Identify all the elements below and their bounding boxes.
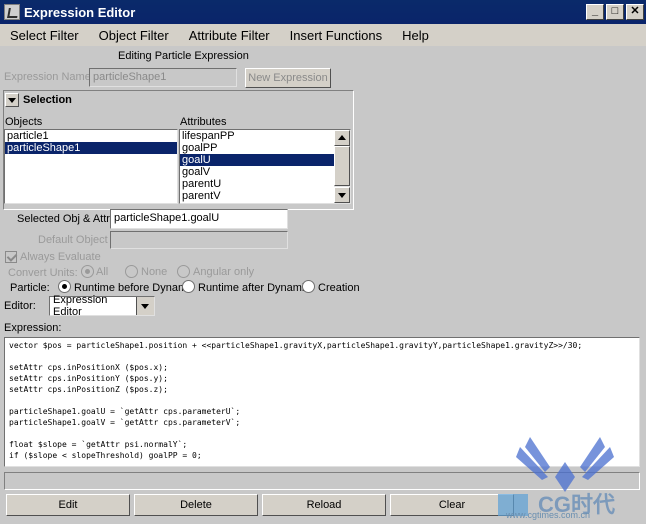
- convert-all-label: All: [96, 266, 109, 278]
- list-item[interactable]: parentV: [180, 190, 350, 202]
- list-item[interactable]: parentU: [180, 178, 350, 190]
- scroll-thumb[interactable]: [334, 146, 350, 186]
- default-object-field[interactable]: [110, 231, 288, 249]
- always-evaluate-label: Always Evaluate: [20, 251, 101, 263]
- collapse-arrow-icon[interactable]: [5, 93, 19, 107]
- creation-label: Creation: [318, 282, 360, 294]
- chevron-down-icon[interactable]: [136, 297, 154, 315]
- maximize-button[interactable]: □: [606, 4, 624, 20]
- editor-label: Editor:: [4, 300, 36, 312]
- menu-object-filter[interactable]: Object Filter: [99, 28, 169, 43]
- convert-none-label: None: [141, 266, 168, 278]
- editor-dropdown-value: Expression Editor: [53, 294, 108, 318]
- creation-radio[interactable]: [302, 280, 315, 293]
- menu-bar: Select Filter Object Filter Attribute Fi…: [0, 24, 646, 46]
- menu-help[interactable]: Help: [402, 28, 429, 43]
- reload-button[interactable]: Reload: [262, 494, 386, 516]
- objects-label: Objects: [5, 116, 43, 128]
- selected-obj-attr-label: Selected Obj & Attr: [17, 213, 110, 225]
- editing-heading: Editing Particle Expression: [118, 50, 249, 62]
- list-item[interactable]: particleShape1: [5, 142, 177, 154]
- convert-none-radio[interactable]: [125, 265, 138, 278]
- maya-icon: [4, 4, 20, 20]
- scroll-down-arrow-icon[interactable]: [334, 187, 350, 203]
- menu-attribute-filter[interactable]: Attribute Filter: [189, 28, 270, 43]
- convert-units-label: Convert Units:: [8, 267, 78, 279]
- attributes-list[interactable]: lifespanPP goalPP goalU goalV parentU pa…: [179, 129, 351, 204]
- title-bar: Expression Editor _ □ ✕: [0, 0, 646, 24]
- menu-select-filter[interactable]: Select Filter: [10, 28, 79, 43]
- always-evaluate-checkbox[interactable]: [5, 251, 17, 263]
- runtime-before-radio[interactable]: [58, 280, 71, 293]
- expression-name-field[interactable]: particleShape1: [89, 68, 237, 87]
- new-expression-button[interactable]: New Expression: [245, 68, 331, 88]
- selection-title: Selection: [23, 94, 72, 106]
- list-item[interactable]: particle1: [5, 130, 177, 142]
- list-item[interactable]: goalU: [180, 154, 334, 166]
- minimize-button[interactable]: _: [586, 4, 604, 20]
- runtime-before-label: Runtime before Dynami: [74, 282, 190, 294]
- runtime-after-radio[interactable]: [182, 280, 195, 293]
- runtime-after-label: Runtime after Dynamic: [198, 282, 310, 294]
- expression-label: Expression:: [4, 322, 62, 334]
- selected-obj-attr-field[interactable]: particleShape1.goalU: [110, 209, 288, 229]
- particle-label: Particle:: [10, 282, 50, 294]
- list-item[interactable]: goalV: [180, 166, 350, 178]
- list-item[interactable]: goalPP: [180, 142, 350, 154]
- window-title: Expression Editor: [24, 4, 136, 20]
- editor-dropdown[interactable]: Expression Editor: [49, 294, 155, 318]
- convert-angular-label: Angular only: [193, 266, 255, 278]
- selection-header[interactable]: Selection: [5, 92, 72, 108]
- close-button[interactable]: ✕: [626, 4, 644, 20]
- convert-all-radio[interactable]: [81, 265, 94, 278]
- attributes-label: Attributes: [180, 116, 227, 128]
- status-bar: [4, 472, 640, 490]
- list-item[interactable]: lifespanPP: [180, 130, 350, 142]
- attributes-scrollbar[interactable]: [334, 130, 350, 203]
- edit-button[interactable]: Edit: [6, 494, 130, 516]
- watermark-url: www.cgtimes.com.cn: [506, 510, 591, 520]
- expression-name-label: Expression Name: [4, 71, 91, 83]
- clear-button[interactable]: Clear: [390, 494, 514, 516]
- menu-insert-functions[interactable]: Insert Functions: [290, 28, 383, 43]
- delete-button[interactable]: Delete: [134, 494, 258, 516]
- default-object-label: Default Object: [38, 234, 108, 246]
- scroll-up-arrow-icon[interactable]: [334, 130, 350, 146]
- expression-text-area[interactable]: vector $pos = particleShape1.position + …: [4, 337, 640, 467]
- objects-list[interactable]: particle1 particleShape1: [4, 129, 178, 204]
- convert-angular-radio[interactable]: [177, 265, 190, 278]
